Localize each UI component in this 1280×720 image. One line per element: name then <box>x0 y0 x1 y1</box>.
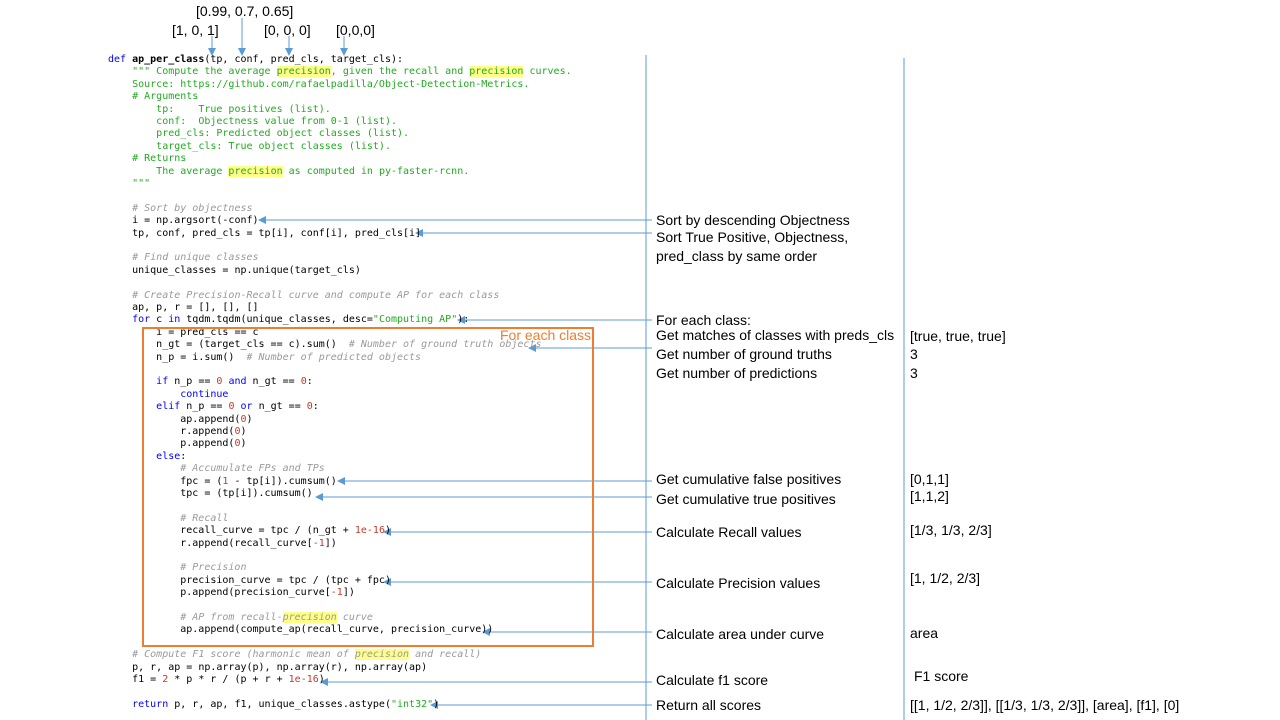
annotation-value: [1, 1/2, 2/3] <box>910 570 981 586</box>
annotation-value: [[1, 1/2, 2/3]], [[1/3, 1/3, 2/3]], [are… <box>910 697 1180 713</box>
code-token: # Find unique classes <box>132 252 259 264</box>
loop-box <box>142 327 594 647</box>
code-line: """ Compute the average precision, given… <box>108 66 572 78</box>
code-line: # Arguments <box>108 91 198 103</box>
annotation-value: [0,1,1] <box>910 471 949 487</box>
code-line: return p, r, ap, f1, unique_classes.asty… <box>108 699 439 711</box>
code-token: # Compute F1 score (harmonic mean of <box>132 649 355 661</box>
annotation-value: [true, true, true] <box>910 328 1006 344</box>
annotation-label: Calculate Precision values <box>656 575 821 591</box>
code-token: , given the recall and <box>330 66 470 78</box>
code-line: tp, conf, pred_cls = tp[i], conf[i], pre… <box>108 228 421 240</box>
annotation-label: pred_class by same order <box>656 248 818 264</box>
annotation-label: Get cumulative false positives <box>656 471 842 487</box>
code-token: return <box>132 698 169 710</box>
code-token: p, r, ap, f1, unique_classes.astype( <box>168 698 391 710</box>
annotation-label: Calculate area under curve <box>656 626 825 642</box>
tp-input-value: [1, 0, 1] <box>172 22 219 38</box>
code-token: tqdm.tqdm(unique_classes, desc= <box>180 314 373 326</box>
code-line: The average precision as computed in py-… <box>108 165 470 178</box>
code-token: def <box>108 54 127 65</box>
code-line: tp: True positives (list). <box>108 104 331 116</box>
code-line: ap, p, r = [], [], [] <box>108 302 259 314</box>
annotation-label: Get number of ground truths <box>656 346 832 362</box>
code-token: curves. <box>523 66 572 78</box>
code-token: c <box>150 314 169 326</box>
code-line: Source: https://github.com/rafaelpadilla… <box>108 79 529 91</box>
conf-input-value: [0.99, 0.7, 0.65] <box>196 3 294 19</box>
annotation-value: F1 score <box>914 668 969 684</box>
code-line: for c in tqdm.tqdm(unique_classes, desc=… <box>108 314 469 326</box>
loop-box-label: For each class <box>500 327 592 343</box>
code-token: ) <box>433 698 440 710</box>
annotation-label: Get matches of classes with preds_cls <box>656 327 895 343</box>
code-token: The average <box>156 165 229 177</box>
pred-cls-input-value: [0, 0, 0] <box>264 22 311 38</box>
code-line: i = np.argsort(-conf) <box>108 215 259 227</box>
annotation-label: Sort True Positive, Objectness, <box>656 229 849 245</box>
code-token: precision <box>469 66 524 78</box>
code-token: (tp, conf, pred_cls, target_cls): <box>204 54 404 65</box>
code-token: f1 = <box>132 674 163 685</box>
code-token: target_cls: True object classes (list). <box>156 140 391 152</box>
code-token: i = np.argsort(-conf) <box>132 215 259 227</box>
code-token: """ Compute the average <box>132 66 277 78</box>
arrowhead-icon <box>258 216 266 224</box>
code-token: # Arguments <box>132 91 199 103</box>
annotation-label: Get cumulative true positives <box>656 491 836 507</box>
annotation-label: Sort by descending Objectness <box>656 212 850 228</box>
annotation-value: area <box>910 625 939 641</box>
code-token: in <box>168 314 181 326</box>
annotation-value: [1/3, 1/3, 2/3] <box>910 522 992 538</box>
code-token: precision <box>228 165 283 177</box>
code-token: "int32" <box>390 698 434 710</box>
annotation-label: Return all scores <box>656 697 762 713</box>
code-token: ap, p, r = [], [], [] <box>132 302 259 313</box>
code-line: # Sort by objectness <box>108 202 253 215</box>
code-token: pred_cls: Predicted object classes (list… <box>156 128 410 140</box>
code-token: tp, conf, pred_cls = tp[i], conf[i], pre… <box>132 227 422 239</box>
annotation-value: 3 <box>910 365 918 381</box>
code-token: """ <box>132 178 151 189</box>
code-line: target_cls: True object classes (list). <box>108 141 391 153</box>
code-token: "Computing AP" <box>372 314 458 326</box>
code-token: ): <box>457 314 470 326</box>
code-line: # Compute F1 score (harmonic mean of pre… <box>108 649 481 661</box>
code-token: Source: https://github.com/rafaelpadilla… <box>132 78 530 90</box>
code-line: """ <box>108 178 150 190</box>
code-token: for <box>132 314 151 326</box>
code-token: precision <box>276 66 331 78</box>
code-line: pred_cls: Predicted object classes (list… <box>108 128 409 140</box>
code-token: conf: Objectness value from 0-1 (list). <box>156 116 397 127</box>
code-token: as computed in py-faster-rcnn. <box>282 165 470 177</box>
code-token: ap_per_class <box>132 54 205 65</box>
annotation-value: [1,1,2] <box>910 488 949 504</box>
code-token: p, r, ap = np.array(p), np.array(r), np.… <box>132 661 428 673</box>
code-token: # Sort by objectness <box>132 202 253 214</box>
code-line: unique_classes = np.unique(target_cls) <box>108 265 361 277</box>
code-line: # Find unique classes <box>108 252 259 264</box>
code-line: f1 = 2 * p * r / (p + r + 1e-16) <box>108 674 325 686</box>
annotation-label: Get number of predictions <box>656 365 818 381</box>
code-token: * p * r / (p + r + <box>168 674 289 685</box>
code-token: and recall) <box>409 649 482 661</box>
code-line: # Create Precision-Recall curve and comp… <box>108 290 499 302</box>
annotation-label: Calculate Recall values <box>656 524 802 540</box>
code-token: unique_classes = np.unique(target_cls) <box>132 264 361 276</box>
annotation-value: 3 <box>910 346 918 362</box>
code-line: # Returns <box>108 153 186 165</box>
annotation-label: For each class: <box>656 312 751 328</box>
code-token: # Returns <box>132 153 187 165</box>
code-line: conf: Objectness value from 0-1 (list). <box>108 116 397 128</box>
annotation-label: Calculate f1 score <box>656 672 769 688</box>
target-cls-input-value: [0,0,0] <box>336 22 375 38</box>
code-token: precision <box>354 649 410 661</box>
code-token: ) <box>318 674 325 685</box>
code-line: def ap_per_class(tp, conf, pred_cls, tar… <box>108 54 403 66</box>
code-token: 1e-16 <box>288 674 319 685</box>
code-token: tp: True positives (list). <box>156 103 331 115</box>
code-line: p, r, ap = np.array(p), np.array(r), np.… <box>108 662 427 674</box>
code-token: # Create Precision-Recall curve and comp… <box>132 289 500 301</box>
